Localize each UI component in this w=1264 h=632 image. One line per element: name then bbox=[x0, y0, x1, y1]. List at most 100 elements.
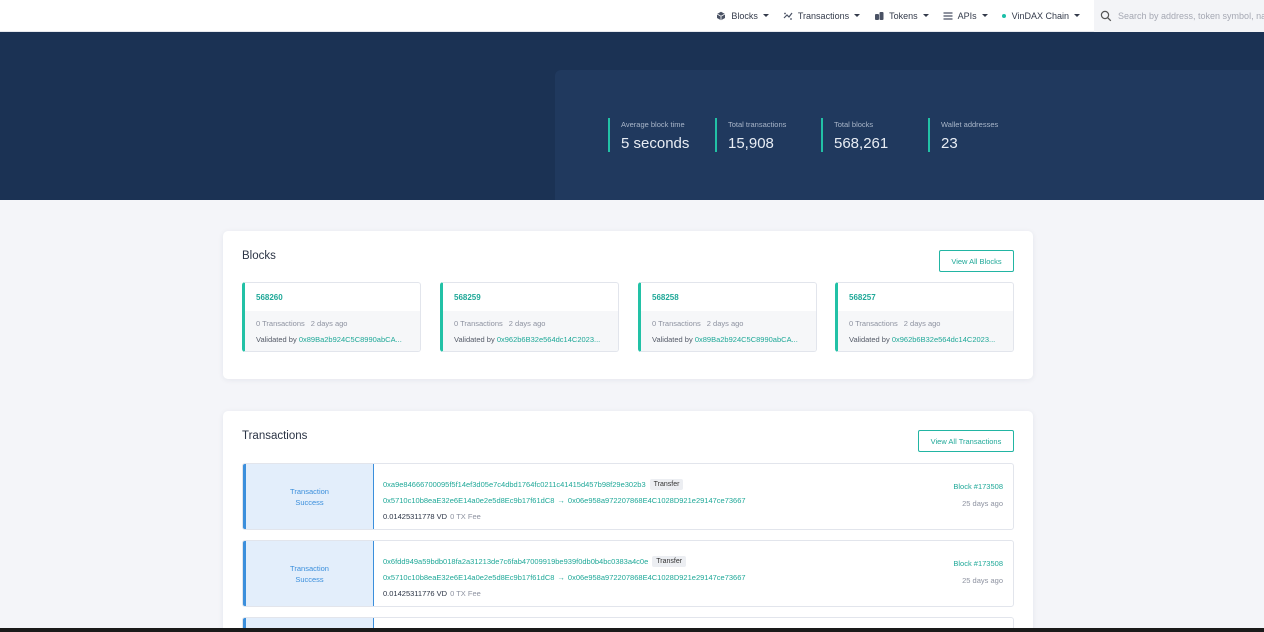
tx-block-info: Block #173508 25 days ago bbox=[953, 482, 1003, 508]
nav-apis-label: APIs bbox=[957, 10, 977, 21]
validated-by-label: Validated by bbox=[849, 335, 890, 344]
nav-transactions[interactable]: Transactions bbox=[783, 10, 861, 21]
block-number-link[interactable]: 568257 bbox=[849, 293, 876, 302]
stat-total-blocks: Total blocks 568,261 bbox=[821, 118, 888, 152]
chevron-down-icon bbox=[922, 14, 929, 17]
tx-to-link[interactable]: 0x06e958a972207868E4C1028D921e29147ce736… bbox=[568, 496, 746, 505]
view-all-blocks-button[interactable]: View All Blocks bbox=[939, 250, 1014, 272]
validated-by-label: Validated by bbox=[652, 335, 693, 344]
block-tile-details: 0 Transactions 2 days ago Validated by 0x… bbox=[443, 311, 618, 351]
block-number-link[interactable]: 568260 bbox=[256, 293, 283, 302]
stats-panel: Average block time 5 seconds Total trans… bbox=[555, 70, 1264, 200]
arrow-right-icon: → bbox=[557, 572, 565, 582]
block-tile[interactable]: 568257 0 Transactions 2 days ago Validate… bbox=[835, 282, 1014, 352]
transactions-card: Transactions View All Transactions Trans… bbox=[223, 411, 1033, 632]
tx-from-link[interactable]: 0x5710c10b8eaE32e6E14a0e2e5d8Ec9b17f61dC… bbox=[383, 496, 554, 505]
top-navbar: Blocks Transactions Tokens APIs VinDAX C… bbox=[0, 0, 1264, 32]
search-input[interactable] bbox=[1118, 10, 1264, 21]
tx-fee: 0 TX Fee bbox=[450, 511, 481, 521]
tx-from-link[interactable]: 0x5710c10b8eaE32e6E14a0e2e5d8Ec9b17f61dC… bbox=[383, 573, 554, 582]
block-tile-details: 0 Transactions 2 days ago Validated by 0x… bbox=[245, 311, 420, 351]
chain-selector-label: VinDAX Chain bbox=[1011, 10, 1069, 21]
screen-bottom-edge bbox=[0, 628, 1264, 632]
nav-blocks-label: Blocks bbox=[731, 10, 758, 21]
validated-by-label: Validated by bbox=[256, 335, 297, 344]
tx-status-line2: Success bbox=[295, 574, 324, 584]
arrow-right-icon: → bbox=[557, 495, 565, 505]
transactions-title: Transactions bbox=[242, 430, 308, 442]
transaction-status-badge: Transaction Success bbox=[243, 541, 374, 606]
transaction-details: 0xa9e84666700095f5f14ef3d05e7c4dbd1764fc… bbox=[383, 476, 746, 524]
tx-to-link[interactable]: 0x06e958a972207868E4C1028D921e29147ce736… bbox=[568, 573, 746, 582]
blocks-card: Blocks View All Blocks 568260 0 Transact… bbox=[223, 231, 1033, 379]
block-tx-count: 0 Transactions bbox=[454, 319, 503, 328]
chevron-down-icon bbox=[854, 14, 861, 17]
stat-average-block-time: Average block time 5 seconds bbox=[608, 118, 689, 152]
block-tile-details: 0 Transactions 2 days ago Validated by 0x… bbox=[838, 311, 1013, 351]
stat-label: Wallet addresses bbox=[941, 120, 999, 129]
block-tx-count: 0 Transactions bbox=[652, 319, 701, 328]
chain-selector[interactable]: VinDAX Chain bbox=[1001, 10, 1080, 21]
block-age: 2 days ago bbox=[310, 319, 348, 328]
coins-icon bbox=[875, 11, 884, 20]
tx-block-info: Block #173508 25 days ago bbox=[953, 559, 1003, 585]
search-icon bbox=[1100, 10, 1112, 21]
block-tx-count: 0 Transactions bbox=[256, 319, 305, 328]
stat-value: 568,261 bbox=[834, 135, 889, 152]
nav-blocks[interactable]: Blocks bbox=[716, 11, 769, 21]
tx-type-badge: Transfer bbox=[652, 555, 687, 567]
block-validator: Validated by 0x962b6B32e564dc14C2023... bbox=[849, 335, 995, 344]
tx-status-line1: Transaction bbox=[290, 563, 329, 573]
chevron-down-icon bbox=[1074, 14, 1080, 17]
stat-label: Total blocks bbox=[834, 120, 874, 129]
view-all-transactions-button[interactable]: View All Transactions bbox=[918, 430, 1014, 452]
block-validator: Validated by 0x962b6B32e564dc14C2023... bbox=[454, 335, 600, 344]
block-meta: 0 Transactions 2 days ago bbox=[652, 319, 743, 328]
nav-tokens[interactable]: Tokens bbox=[874, 11, 929, 21]
blocks-title: Blocks bbox=[242, 250, 276, 262]
stat-label: Total transactions bbox=[728, 120, 787, 129]
search-bar[interactable] bbox=[1094, 0, 1264, 32]
tx-status-line2: Success bbox=[295, 497, 324, 507]
block-number-link[interactable]: 568258 bbox=[652, 293, 679, 302]
block-tile-details: 0 Transactions 2 days ago Validated by 0x… bbox=[641, 311, 816, 351]
nav-tokens-label: Tokens bbox=[889, 10, 918, 21]
validator-address-link[interactable]: 0x89Ba2b924C5C8990abCA... bbox=[299, 335, 402, 344]
stat-value: 23 bbox=[941, 135, 958, 152]
validator-address-link[interactable]: 0x962b6B32e564dc14C2023... bbox=[892, 335, 995, 344]
validated-by-label: Validated by bbox=[454, 335, 495, 344]
tx-block-link[interactable]: Block #173508 bbox=[953, 559, 1003, 568]
block-meta: 0 Transactions 2 days ago bbox=[256, 319, 347, 328]
tx-age: 25 days ago bbox=[962, 576, 1003, 585]
chevron-down-icon bbox=[981, 14, 988, 17]
tx-value: 0.01425311776 VD bbox=[383, 588, 448, 598]
block-tile[interactable]: 568260 0 Transactions 2 days ago Validate… bbox=[242, 282, 421, 352]
hero-banner: Average block time 5 seconds Total trans… bbox=[0, 32, 1264, 200]
tx-hash-link[interactable]: 0x6fdd949a59bdb018fa2a31213de7c6fab47009… bbox=[383, 557, 648, 566]
transaction-details: 0x6fdd949a59bdb018fa2a31213de7c6fab47009… bbox=[383, 553, 746, 601]
block-age: 2 days ago bbox=[903, 319, 941, 328]
tx-type-badge: Transfer bbox=[649, 478, 684, 490]
block-meta: 0 Transactions 2 days ago bbox=[849, 319, 940, 328]
block-age: 2 days ago bbox=[706, 319, 744, 328]
nav-apis[interactable]: APIs bbox=[943, 11, 988, 21]
transaction-row[interactable]: Transaction Success 0xa9e84666700095f5f1… bbox=[242, 463, 1014, 530]
tx-value: 0.01425311778 VD bbox=[383, 511, 448, 521]
tx-fee: 0 TX Fee bbox=[450, 588, 481, 598]
block-number-link[interactable]: 568259 bbox=[454, 293, 481, 302]
tx-age: 25 days ago bbox=[962, 499, 1003, 508]
nav-transactions-label: Transactions bbox=[797, 10, 850, 21]
validator-address-link[interactable]: 0x89Ba2b924C5C8990abCA... bbox=[695, 335, 798, 344]
stat-value: 5 seconds bbox=[621, 135, 690, 152]
tx-block-link[interactable]: Block #173508 bbox=[953, 482, 1003, 491]
stat-value: 15,908 bbox=[728, 135, 774, 152]
block-tile[interactable]: 568259 0 Transactions 2 days ago Validate… bbox=[440, 282, 619, 352]
block-tile[interactable]: 568258 0 Transactions 2 days ago Validate… bbox=[638, 282, 817, 352]
list-icon bbox=[943, 11, 953, 20]
transaction-row[interactable]: Transaction Success 0x6fdd949a59bdb018fa… bbox=[242, 540, 1014, 607]
transaction-status-badge: Transaction Success bbox=[243, 464, 374, 529]
validator-address-link[interactable]: 0x962b6B32e564dc14C2023... bbox=[497, 335, 600, 344]
stat-wallet-addresses: Wallet addresses 23 bbox=[928, 118, 998, 152]
tx-hash-link[interactable]: 0xa9e84666700095f5f14ef3d05e7c4dbd1764fc… bbox=[383, 480, 646, 489]
cube-icon bbox=[717, 11, 726, 20]
